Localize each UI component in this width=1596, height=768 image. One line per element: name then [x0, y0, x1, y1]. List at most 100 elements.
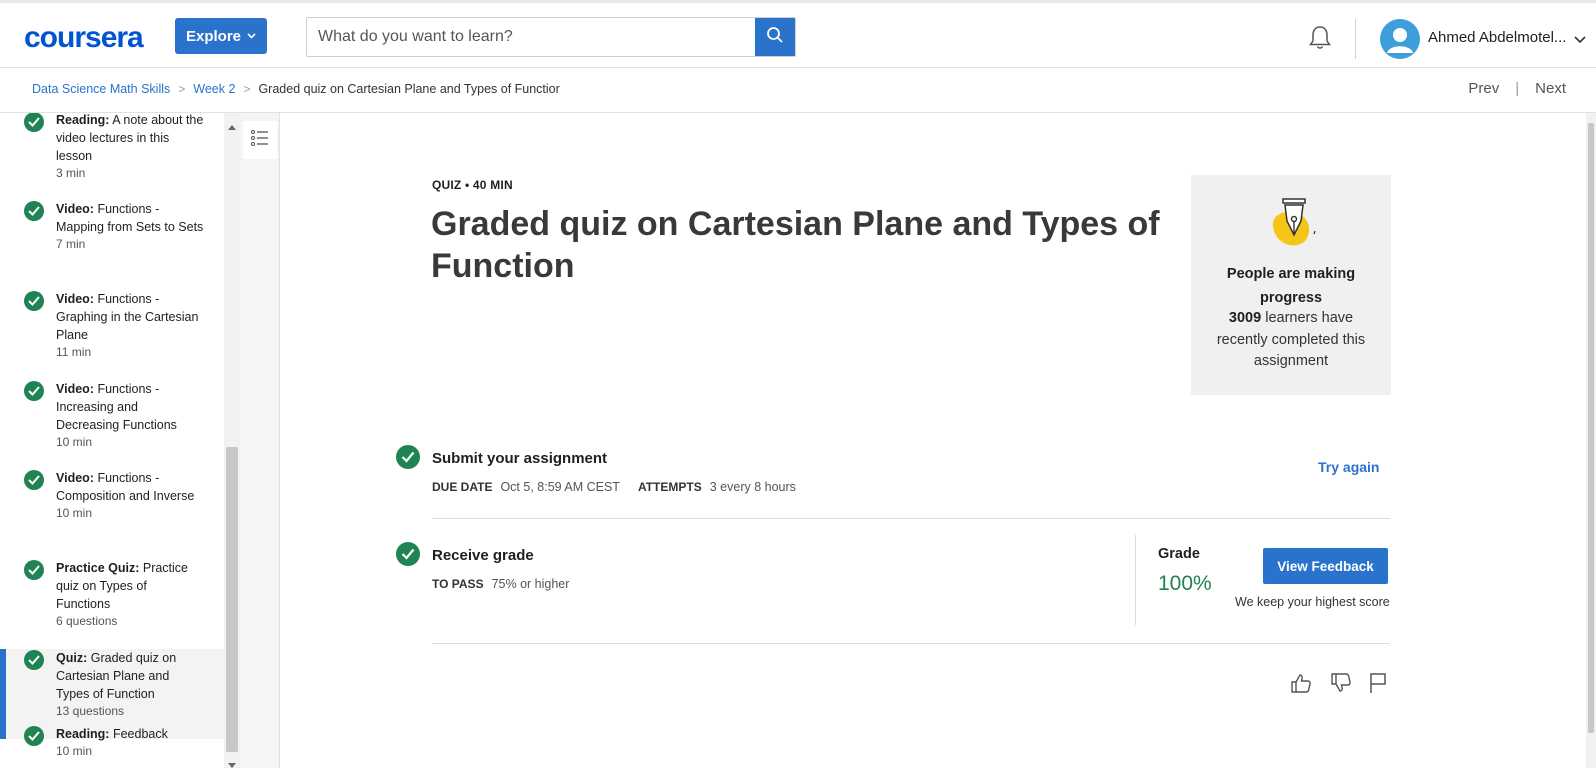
main-scrollbar-thumb[interactable]: [1588, 123, 1594, 733]
try-again-button[interactable]: Try again: [1318, 459, 1379, 475]
completed-check-icon: [24, 201, 44, 221]
sidebar-item[interactable]: Reading: A note about the video lectures…: [0, 113, 224, 201]
receive-step-details: TO PASS 75% or higher: [432, 577, 569, 591]
sidebar-item-meta: 10 min: [56, 506, 93, 520]
sidebar-item-meta: 7 min: [56, 237, 86, 251]
sidebar-item-type: Video:: [56, 471, 94, 485]
completed-check-icon: [24, 726, 44, 746]
search-icon: [766, 26, 784, 49]
highest-score-note: We keep your highest score: [1235, 595, 1390, 609]
explore-button[interactable]: Explore: [175, 18, 267, 54]
quiz-meta: QUIZ • 40 MIN: [432, 178, 513, 192]
due-date-label: DUE DATE: [432, 480, 493, 494]
nav-separator: |: [1515, 80, 1520, 97]
sidebar-scrollbar-thumb[interactable]: [226, 447, 238, 752]
attempts-label: ATTEMPTS: [637, 480, 702, 494]
receive-complete-check-icon: [396, 542, 420, 566]
thumbs-down-icon[interactable]: [1330, 672, 1352, 699]
completed-check-icon: [24, 560, 44, 580]
sidebar-item-type: Quiz:: [56, 651, 88, 665]
progress-body: 3009 learners have recently completed th…: [1191, 308, 1391, 373]
page-title: Graded quiz on Cartesian Plane and Types…: [431, 205, 1160, 285]
grade-divider: [1135, 535, 1136, 625]
sidebar-item-title: Quiz: Graded quiz on Cartesian Plane and…: [56, 649, 204, 703]
sidebar-item-meta: 11 min: [56, 345, 92, 359]
main-scrollbar[interactable]: [1586, 113, 1596, 768]
pen-nib-icon: [1267, 197, 1319, 258]
sidebar-item-label: Feedback: [112, 727, 168, 741]
search-bar: [306, 17, 796, 57]
search-input[interactable]: [307, 18, 755, 56]
to-pass-value: 75% or higher: [491, 577, 570, 591]
sidebar-item[interactable]: Reading: Feedback 10 min: [0, 725, 224, 768]
sidebar-item-title: Video: Functions - Mapping from Sets to …: [56, 200, 204, 236]
prev-link[interactable]: Prev: [1468, 80, 1499, 97]
view-feedback-button[interactable]: View Feedback: [1263, 548, 1388, 584]
learner-count: 3009: [1228, 310, 1262, 326]
due-date-value: Oct 5, 8:59 AM CEST: [500, 480, 620, 494]
search-button[interactable]: [755, 18, 795, 56]
breadcrumb-current: Graded quiz on Cartesian Plane and Types…: [258, 82, 560, 96]
sidebar-item-meta: 6 questions: [56, 614, 118, 628]
grade-label: Grade: [1158, 546, 1200, 562]
thumbs-up-icon[interactable]: [1290, 672, 1312, 699]
sidebar-item[interactable]: Video: Functions - Composition and Inver…: [0, 469, 224, 559]
explore-label: Explore: [185, 27, 242, 45]
sidebar-toggle-column: [240, 113, 280, 768]
scroll-down-arrow-icon[interactable]: [227, 757, 237, 768]
receive-step-title: Receive grade: [432, 547, 534, 564]
user-avatar[interactable]: [1380, 19, 1420, 59]
notifications-bell-icon[interactable]: [1308, 25, 1332, 56]
sidebar-item-title: Reading: Feedback: [56, 725, 204, 743]
top-navigation-bar: coursera Explore Ahmed Abdelmotel...: [0, 0, 1596, 68]
breadcrumb-bar: Data Science Math Skills > Week 2 > Grad…: [0, 68, 1596, 113]
sidebar-item[interactable]: Video: Functions - Increasing and Decrea…: [0, 380, 224, 470]
sidebar-item[interactable]: Video: Functions - Graphing in the Carte…: [0, 290, 224, 380]
breadcrumb-week-link[interactable]: Week 2: [193, 82, 235, 96]
progress-headline: People are making progress: [1226, 266, 1356, 306]
sidebar-item[interactable]: Video: Functions - Mapping from Sets to …: [0, 200, 224, 290]
completed-check-icon: [24, 470, 44, 490]
sidebar-toggle-button[interactable]: [243, 121, 277, 159]
progress-card: People are making progress 3009 learners…: [1191, 175, 1391, 395]
sidebar-item-title: Reading: A note about the video lectures…: [56, 113, 204, 165]
sidebar-item-type: Video:: [56, 202, 94, 216]
flag-icon[interactable]: [1369, 672, 1387, 699]
sidebar-item-type: Practice Quiz:: [56, 561, 140, 575]
coursera-logo[interactable]: coursera: [24, 21, 144, 55]
header-divider: [1355, 19, 1356, 59]
sidebar-item-title: Practice Quiz: Practice quiz on Types of…: [56, 559, 204, 613]
submit-step-title: Submit your assignment: [432, 450, 608, 467]
sidebar-item-meta: 3 min: [56, 166, 86, 180]
completed-check-icon: [24, 650, 44, 670]
sidebar-item-type: Reading:: [56, 113, 110, 127]
list-icon: [251, 129, 269, 151]
chevron-right-icon: >: [178, 82, 186, 96]
chevron-down-icon[interactable]: [1574, 31, 1586, 49]
chevron-right-icon: >: [243, 82, 251, 96]
attempts-value: 3 every 8 hours: [709, 480, 796, 494]
to-pass-label: TO PASS: [432, 577, 484, 591]
section-divider: [432, 643, 1390, 644]
sidebar-item[interactable]: Practice Quiz: Practice quiz on Types of…: [0, 559, 224, 649]
sidebar-item-meta: 10 min: [56, 744, 93, 758]
submit-step-details: DUE DATE Oct 5, 8:59 AM CEST ATTEMPTS 3 …: [432, 480, 796, 494]
sidebar-item-meta: 10 min: [56, 435, 93, 449]
sidebar-item-title: Video: Functions - Graphing in the Carte…: [56, 290, 204, 344]
sidebar-item-type: Reading:: [56, 727, 110, 741]
breadcrumb-course-link[interactable]: Data Science Math Skills: [32, 82, 170, 96]
chevron-down-icon: [247, 31, 256, 42]
scroll-up-arrow-icon[interactable]: [227, 118, 237, 136]
sidebar-item-meta: 13 questions: [56, 704, 125, 718]
sidebar-item-title: Video: Functions - Increasing and Decrea…: [56, 380, 204, 434]
next-link[interactable]: Next: [1535, 80, 1566, 97]
breadcrumb: Data Science Math Skills > Week 2 > Grad…: [32, 82, 560, 96]
submit-complete-check-icon: [396, 445, 420, 469]
user-name[interactable]: Ahmed Abdelmotel...: [1428, 29, 1566, 46]
section-divider: [432, 518, 1390, 519]
sidebar-item-title: Video: Functions - Composition and Inver…: [56, 469, 204, 505]
completed-check-icon: [24, 113, 44, 132]
completed-check-icon: [24, 291, 44, 311]
prev-next-nav: Prev | Next: [1468, 80, 1566, 97]
grade-value: 100%: [1158, 572, 1212, 595]
